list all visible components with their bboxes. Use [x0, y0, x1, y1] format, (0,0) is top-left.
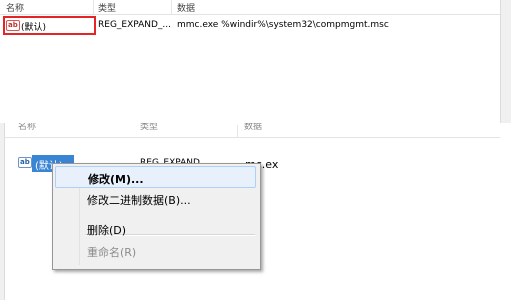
column-data-header[interactable]: 数据	[244, 123, 262, 132]
column-data-header[interactable]: 数据	[177, 1, 195, 14]
column-type-header[interactable]: 类型	[140, 123, 158, 132]
column-name-header[interactable]: 名称	[18, 123, 36, 132]
menu-item-modify-binary[interactable]: 修改二进制数据(B)...	[55, 188, 256, 210]
column-divider[interactable]	[93, 0, 94, 14]
column-name-header[interactable]: 名称	[6, 1, 24, 14]
column-divider[interactable]	[171, 0, 172, 14]
menu-item-rename[interactable]: 重命名(R)	[55, 240, 256, 262]
vertical-scrollbar[interactable]	[500, 0, 511, 123]
registry-values-panel-bottom: 名称 类型 数据 ab REG_EXPAND_ mc.ex (默认) 修改(M)…	[0, 123, 511, 300]
menu-item-modify[interactable]: 修改(M)...	[55, 166, 256, 188]
ab-string-icon: ab	[18, 157, 32, 168]
menu-item-delete[interactable]: 删除(D)	[55, 218, 256, 240]
left-scrollbar[interactable]	[0, 123, 5, 300]
column-header: 名称 类型 数据	[0, 123, 500, 138]
column-type-header[interactable]: 类型	[98, 1, 116, 14]
value-type: REG_EXPAND_...	[98, 20, 172, 30]
registry-values-panel-top: 名称 类型 数据 ab (默认) REG_EXPAND_... mmc.exe …	[0, 0, 511, 123]
column-divider[interactable]	[237, 125, 238, 137]
value-data: mmc.exe %windir%\system32\compmgmt.msc	[177, 20, 389, 30]
highlight-box	[3, 16, 96, 35]
column-header: 名称 类型 数据	[0, 0, 500, 15]
context-menu: 修改(M)... 修改二进制数据(B)... 删除(D) 重命名(R)	[52, 163, 261, 270]
